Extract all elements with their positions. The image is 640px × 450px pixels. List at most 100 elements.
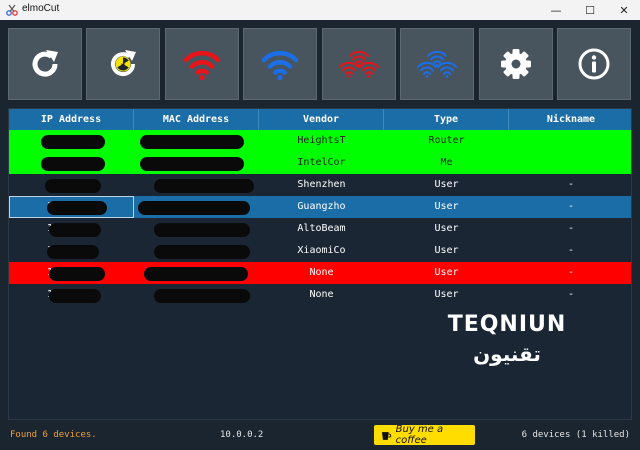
mac-cell[interactable]: 4 (134, 152, 259, 174)
table-row[interactable]: 0HeightsTRouter (9, 130, 631, 152)
redaction-blob (47, 245, 99, 259)
redaction-blob (41, 135, 105, 149)
unkill-all-button[interactable] (400, 28, 474, 100)
mac-cell[interactable] (134, 196, 259, 218)
buy-me-a-coffee-button[interactable]: Buy me a coffee (374, 424, 475, 446)
nickname-cell[interactable] (509, 130, 631, 152)
redaction-blob (49, 289, 101, 303)
vendor-cell[interactable]: HeightsT (259, 130, 384, 152)
header-nickname[interactable]: Nickname (509, 109, 631, 130)
header-type[interactable]: Type (384, 109, 509, 130)
watermark-text-en: TEQNIUN (447, 312, 567, 337)
vendor-cell[interactable]: None (259, 284, 384, 306)
redaction-blob (47, 201, 107, 215)
refresh-icon (32, 50, 58, 77)
type-cell[interactable]: User (384, 284, 509, 306)
info-button[interactable] (557, 28, 631, 100)
ip-cell[interactable]: 10 (9, 152, 134, 174)
toolbar (8, 28, 632, 100)
vendor-cell[interactable]: IntelCor (259, 152, 384, 174)
nickname-cell[interactable] (509, 152, 631, 174)
settings-gear-icon (501, 49, 531, 79)
header-mac-address[interactable]: MAC Address (134, 109, 259, 130)
watermark-logo: TEQNIUN تقنيون (442, 312, 572, 376)
table-header: IP Address MAC Address Vendor Type Nickn… (9, 109, 631, 130)
type-cell[interactable]: User (384, 174, 509, 196)
close-button[interactable]: ✕ (610, 0, 638, 20)
redaction-blob (154, 179, 254, 193)
table-row[interactable]: 10 AltoBeamUser- (9, 218, 631, 240)
maximize-button[interactable]: ☐ (576, 0, 604, 20)
nickname-cell[interactable]: - (509, 196, 631, 218)
type-cell[interactable]: User (384, 218, 509, 240)
type-cell[interactable]: User (384, 196, 509, 218)
table-row[interactable]: 1ANoneUser- (9, 262, 631, 284)
table-row[interactable]: 1 GuangzhoUser- (9, 196, 631, 218)
vendor-cell[interactable]: None (259, 262, 384, 284)
ip-cell[interactable]: 1 (9, 240, 134, 262)
nickname-cell[interactable]: - (509, 284, 631, 306)
type-cell[interactable]: User (384, 262, 509, 284)
status-device-count: 6 devices (1 killed) (521, 430, 630, 440)
header-ip-address[interactable]: IP Address (9, 109, 134, 130)
coffee-cup-icon (381, 432, 392, 440)
redaction-blob (154, 289, 250, 303)
vendor-cell[interactable]: AltoBeam (259, 218, 384, 240)
minimize-button[interactable]: — (542, 0, 570, 20)
mac-cell[interactable]: 8 (134, 284, 259, 306)
redaction-blob (45, 179, 101, 193)
ip-cell[interactable]: 1 (9, 262, 134, 284)
table-row[interactable]: 1 ShenzhenUser- (9, 174, 631, 196)
redaction-blob (140, 157, 244, 171)
nickname-cell[interactable]: - (509, 174, 631, 196)
mac-cell[interactable]: A (134, 262, 259, 284)
coffee-label: Buy me a coffee (395, 424, 444, 446)
mac-cell[interactable]: 0 (134, 130, 259, 152)
nickname-cell[interactable]: - (509, 218, 631, 240)
nickname-cell[interactable]: - (509, 262, 631, 284)
nickname-cell[interactable]: - (509, 240, 631, 262)
mac-cell[interactable] (134, 218, 259, 240)
ip-cell[interactable]: 10 (9, 284, 134, 306)
unkill-button[interactable] (243, 28, 317, 100)
settings-button[interactable] (479, 28, 553, 100)
type-cell[interactable]: Router (384, 130, 509, 152)
status-own-ip: 10.0.0.2 (220, 430, 264, 440)
table-row[interactable]: 108NoneUser- (9, 284, 631, 306)
kill-all-button[interactable] (322, 28, 396, 100)
wifi-unkill-icon (261, 50, 299, 81)
watermark-text-ar: تقنيون (473, 342, 541, 366)
table-row[interactable]: 1 XiaomiCoUser- (9, 240, 631, 262)
header-vendor[interactable]: Vendor (259, 109, 384, 130)
scan-button[interactable] (86, 28, 160, 100)
vendor-cell[interactable]: Guangzho (259, 196, 384, 218)
mac-cell[interactable] (134, 174, 259, 196)
ip-cell[interactable] (9, 130, 134, 152)
table-body: 0HeightsTRouter104IntelCorMe1ShenzhenUse… (9, 130, 631, 306)
wifi-unkill-all-icon (417, 50, 457, 78)
vendor-cell[interactable]: XiaomiCo (259, 240, 384, 262)
wifi-kill-all-icon (339, 50, 379, 78)
ip-cell[interactable]: 10 (9, 218, 134, 240)
type-cell[interactable]: Me (384, 152, 509, 174)
mac-cell[interactable] (134, 240, 259, 262)
status-message: Found 6 devices. (10, 430, 97, 440)
redaction-blob (154, 223, 250, 237)
kill-button[interactable] (165, 28, 239, 100)
redaction-blob (41, 157, 105, 171)
radiation-scan-icon (111, 50, 136, 77)
info-icon (578, 48, 610, 80)
refresh-button[interactable] (8, 28, 82, 100)
window-title: elmoCut (22, 3, 60, 14)
redaction-blob (140, 135, 244, 149)
wifi-kill-icon (183, 50, 221, 81)
redaction-blob (138, 201, 250, 215)
table-row[interactable]: 104IntelCorMe (9, 152, 631, 174)
scissors-app-icon (6, 4, 18, 16)
ip-cell[interactable]: 1 (9, 196, 134, 218)
type-cell[interactable]: User (384, 240, 509, 262)
title-bar: elmoCut — ☐ ✕ (0, 0, 640, 20)
vendor-cell[interactable]: Shenzhen (259, 174, 384, 196)
ip-cell[interactable]: 1 (9, 174, 134, 196)
redaction-blob (49, 223, 101, 237)
